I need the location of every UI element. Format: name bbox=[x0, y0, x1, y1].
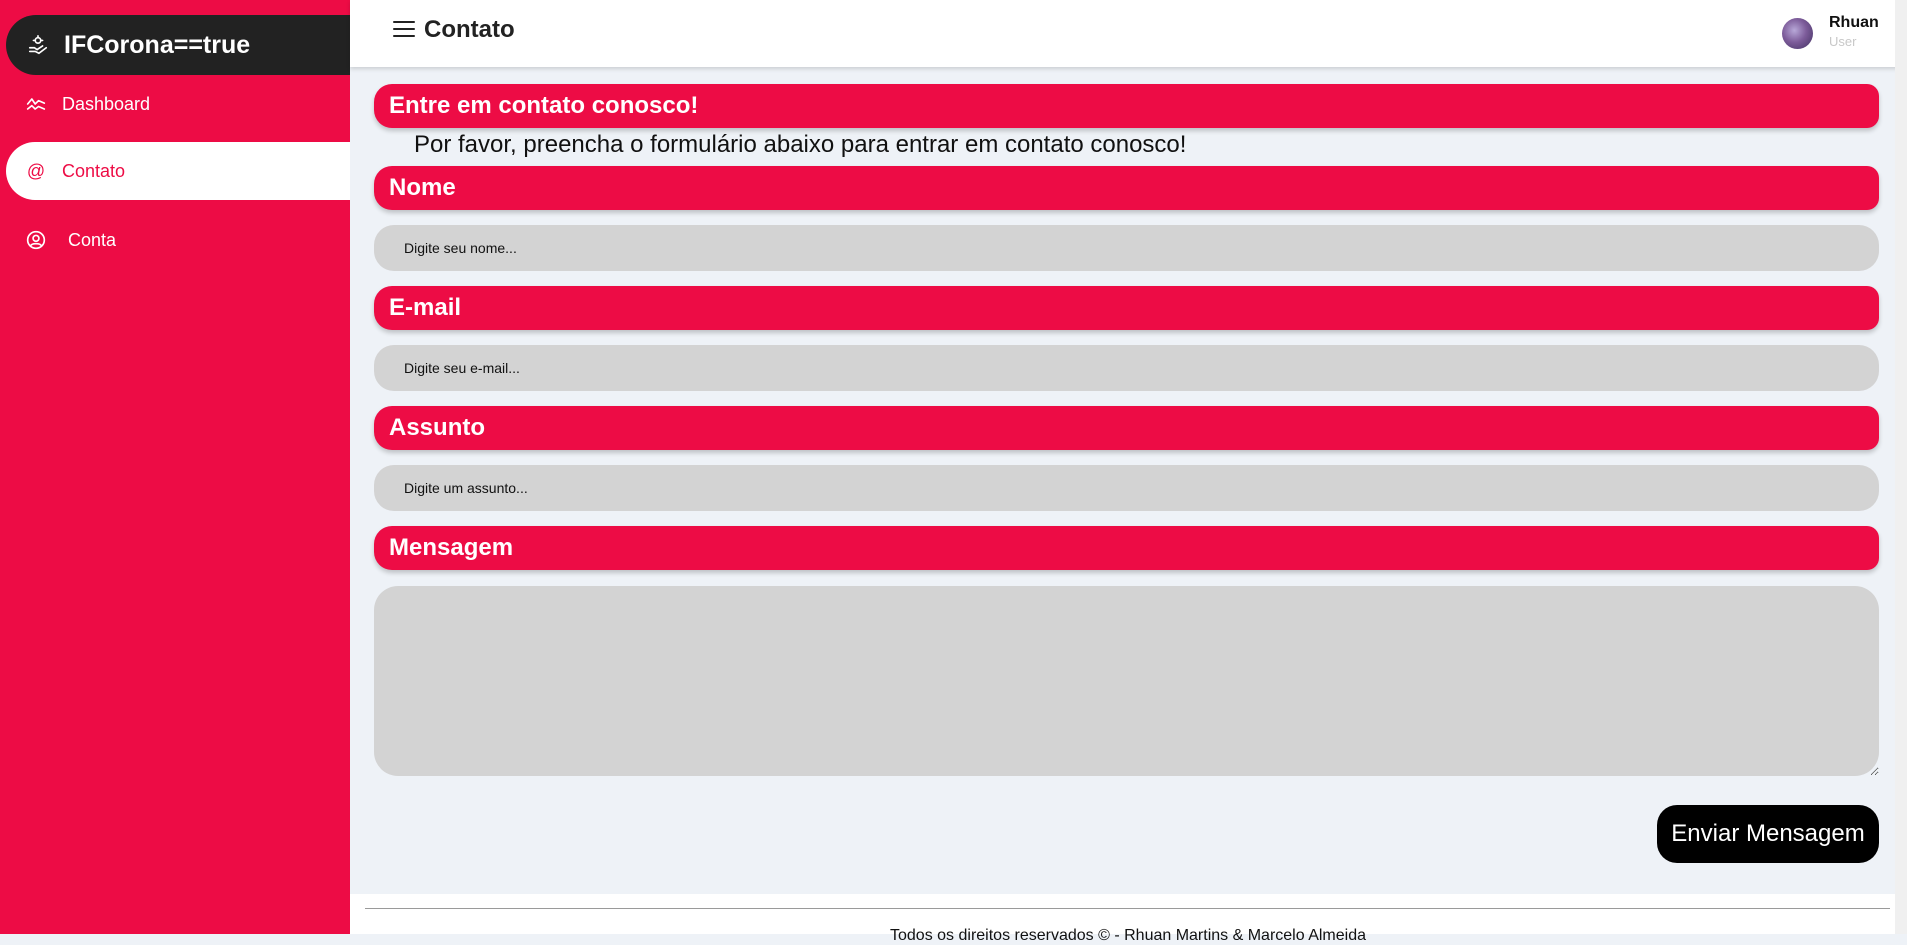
brand-title: IFCorona==true bbox=[64, 30, 251, 59]
scrollbar[interactable] bbox=[1895, 0, 1907, 934]
sidebar-item-label: Dashboard bbox=[62, 93, 151, 114]
virus-hand-icon bbox=[26, 33, 50, 57]
page-title: Contato bbox=[424, 16, 515, 43]
name-label: Nome bbox=[374, 166, 1879, 210]
user-name: Rhuan bbox=[1829, 14, 1879, 31]
email-label: E-mail bbox=[374, 286, 1879, 330]
user-circle-icon bbox=[24, 228, 48, 252]
sidebar-item-label: Contato bbox=[62, 160, 126, 181]
contact-form: Entre em contato conosco! Por favor, pre… bbox=[350, 67, 1895, 894]
brand[interactable]: IFCorona==true bbox=[6, 15, 350, 75]
message-textarea[interactable] bbox=[374, 586, 1879, 776]
sidebar-item-label: Conta bbox=[68, 229, 117, 250]
chart-line-icon bbox=[24, 92, 48, 116]
subject-label: Assunto bbox=[374, 406, 1879, 450]
email-input[interactable] bbox=[374, 345, 1879, 391]
footer: Todos os direitos reservados © - Rhuan M… bbox=[350, 894, 1895, 944]
sidebar: IFCorona==true Dashboard @ Contato Conta bbox=[0, 0, 350, 934]
footer-divider bbox=[365, 908, 1890, 909]
hamburger-menu-icon[interactable] bbox=[392, 18, 416, 40]
sidebar-item-contato[interactable]: @ Contato bbox=[6, 142, 350, 200]
sidebar-item-dashboard[interactable]: Dashboard bbox=[6, 75, 350, 133]
form-intro: Por favor, preencha o formulário abaixo … bbox=[414, 131, 1187, 158]
user-role: User bbox=[1829, 34, 1857, 49]
topbar: Contato Rhuan User bbox=[350, 0, 1907, 67]
name-input[interactable] bbox=[374, 225, 1879, 271]
avatar[interactable] bbox=[1782, 18, 1813, 49]
sidebar-item-conta[interactable]: Conta bbox=[6, 211, 350, 269]
subject-input[interactable] bbox=[374, 465, 1879, 511]
message-label: Mensagem bbox=[374, 526, 1879, 570]
send-message-button[interactable]: Enviar Mensagem bbox=[1657, 805, 1879, 863]
footer-text: Todos os direitos reservados © - Rhuan M… bbox=[890, 927, 1366, 944]
form-header: Entre em contato conosco! bbox=[374, 84, 1879, 128]
at-icon: @ bbox=[26, 160, 46, 181]
